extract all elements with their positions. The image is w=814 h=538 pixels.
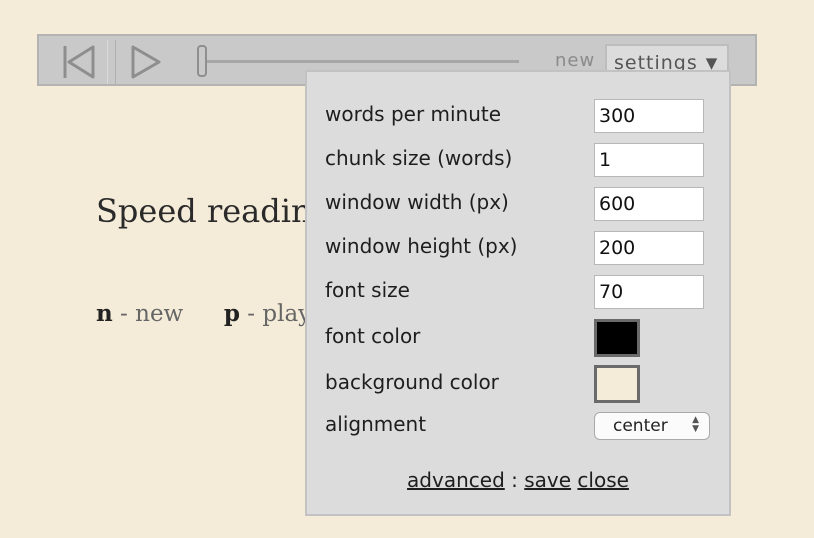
skip-back-icon <box>63 45 95 79</box>
keyboard-shortcuts: n - new p - play <box>96 300 311 327</box>
window-height-label: window height (px) <box>325 234 518 258</box>
alignment-select[interactable]: center ▲ ▼ <box>594 412 710 440</box>
settings-panel: words per minute chunk size (words) wind… <box>305 70 731 516</box>
font-size-input[interactable] <box>594 275 704 309</box>
advanced-link[interactable]: advanced <box>407 468 505 492</box>
alignment-value: center <box>613 416 668 436</box>
chunk-size-input[interactable] <box>594 143 704 177</box>
shortcut-key-play: p <box>223 300 240 327</box>
font-color-swatch[interactable] <box>594 319 640 357</box>
background-color-swatch[interactable] <box>594 365 640 403</box>
new-button[interactable]: new <box>555 50 595 71</box>
shortcut-key-new: n <box>96 300 113 327</box>
settings-footer: advanced : save close <box>307 468 729 492</box>
link-separator: : <box>511 468 518 492</box>
save-link[interactable]: save <box>524 468 571 492</box>
select-arrows-icon: ▲ ▼ <box>692 415 699 434</box>
background-color-label: background color <box>325 370 499 394</box>
window-width-input[interactable] <box>594 187 704 221</box>
window-height-input[interactable] <box>594 231 704 265</box>
font-color-label: font color <box>325 324 421 348</box>
close-link[interactable]: close <box>577 468 629 492</box>
font-size-label: font size <box>325 278 410 302</box>
shortcut-action-play: - play <box>247 301 312 327</box>
progress-handle[interactable] <box>197 45 207 77</box>
play-button[interactable] <box>115 40 174 84</box>
play-icon <box>131 45 161 79</box>
window-width-label: window width (px) <box>325 190 509 214</box>
alignment-label: alignment <box>325 412 427 436</box>
skip-back-button[interactable] <box>49 40 108 84</box>
chunk-size-label: chunk size (words) <box>325 146 513 170</box>
wpm-label: words per minute <box>325 102 502 126</box>
wpm-input[interactable] <box>594 99 704 133</box>
progress-track[interactable] <box>205 60 519 63</box>
shortcut-action-new: - new <box>120 301 184 327</box>
page-title: Speed readin <box>96 192 312 230</box>
